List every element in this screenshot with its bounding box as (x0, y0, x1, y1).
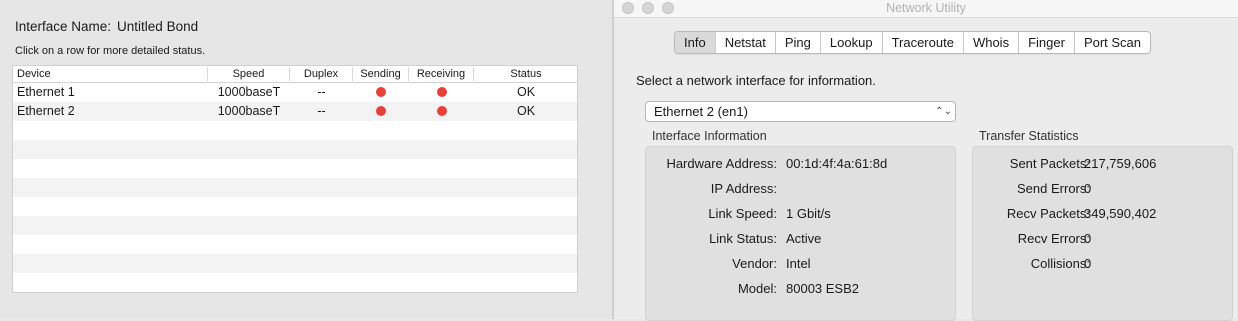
tab-finger[interactable]: Finger (1018, 32, 1074, 53)
column-header-duplex[interactable]: Duplex (290, 67, 353, 81)
recv-errors-label: Recv Errors: (1017, 231, 1090, 246)
title-bar[interactable]: Network Utility (614, 0, 1238, 18)
empty-row (13, 178, 577, 197)
bond-status-panel: Interface Name: Untitled Bond Click on a … (0, 0, 612, 319)
interface-info-box: Hardware Address: 00:1d:4f:4a:61:8d IP A… (645, 146, 956, 321)
table-header: Device Speed Duplex Sending Receiving St… (13, 66, 577, 83)
row-hint: Click on a row for more detailed status. (15, 45, 206, 57)
transfer-stats-box: Sent Packets: 217,759,606 Send Errors: 0… (972, 146, 1233, 321)
device-cell: Ethernet 1 (17, 85, 75, 99)
recv-packets-value: 349,590,402 (1084, 206, 1157, 221)
column-header-status[interactable]: Status (474, 67, 577, 81)
link-speed-value: 1 Gbit/s (786, 206, 831, 221)
tab-ping[interactable]: Ping (774, 32, 820, 53)
empty-row (13, 121, 577, 140)
model-label: Model: (737, 281, 777, 296)
column-header-speed[interactable]: Speed (208, 67, 290, 81)
ip-address-row: IP Address: (646, 181, 957, 201)
interface-name: Interface Name: Untitled Bond (15, 19, 198, 34)
red-dot-icon (376, 86, 386, 97)
bond-device-table: Device Speed Duplex Sending Receiving St… (12, 65, 578, 293)
tab-info[interactable]: Info (675, 32, 715, 53)
sending-cell (353, 83, 409, 102)
collisions-row: Collisions: 0 (973, 256, 1234, 276)
column-header-device[interactable]: Device (17, 67, 208, 81)
link-speed-row: Link Speed: 1 Gbit/s (646, 206, 957, 226)
hardware-address-label: Hardware Address: (666, 156, 777, 171)
red-dot-icon (376, 105, 386, 116)
model-row: Model: 80003 ESB2 (646, 281, 957, 301)
red-dot-icon (436, 105, 447, 116)
empty-row (13, 254, 577, 273)
send-errors-value: 0 (1084, 181, 1092, 196)
interface-info-title: Interface Information (652, 129, 767, 143)
interface-popup[interactable]: Ethernet 2 (en1) ⌃⌄ (645, 101, 956, 122)
speed-cell: 1000baseT (217, 104, 281, 118)
empty-row (13, 197, 577, 216)
duplex-cell: -- (317, 85, 326, 99)
link-speed-label: Link Speed: (708, 206, 777, 221)
vendor-row: Vendor: Intel (646, 256, 957, 276)
recv-packets-label: Recv Packets: (1006, 206, 1090, 221)
speed-cell: 1000baseT (217, 85, 281, 99)
empty-row (13, 140, 577, 159)
table-body: Ethernet 1 1000baseT -- OK Ethernet 2 10… (13, 83, 577, 292)
up-down-chevron-icon: ⌃⌄ (935, 106, 952, 117)
recv-errors-row: Recv Errors: 0 (973, 231, 1234, 251)
empty-row (13, 216, 577, 235)
sent-packets-row: Sent Packets: 217,759,606 (973, 156, 1234, 176)
link-status-label: Link Status: (709, 231, 777, 246)
send-errors-label: Send Errors: (1017, 181, 1090, 196)
transfer-stats-title: Transfer Statistics (979, 129, 1079, 143)
network-utility-window: Network Utility Info Netstat Ping Lookup… (614, 0, 1238, 321)
tab-port-scan[interactable]: Port Scan (1073, 32, 1150, 53)
sending-cell (353, 102, 409, 121)
receiving-cell (409, 83, 474, 102)
tab-whois[interactable]: Whois (962, 32, 1018, 53)
select-interface-label: Select a network interface for informati… (636, 73, 876, 88)
ip-address-label: IP Address: (710, 181, 777, 196)
table-row[interactable]: Ethernet 1 1000baseT -- OK (13, 83, 577, 102)
receiving-cell (409, 102, 474, 121)
table-row[interactable]: Ethernet 2 1000baseT -- OK (13, 102, 577, 121)
sent-packets-value: 217,759,606 (1084, 156, 1157, 171)
column-header-sending[interactable]: Sending (353, 67, 409, 81)
collisions-label: Collisions: (1030, 256, 1090, 271)
hardware-address-value: 00:1d:4f:4a:61:8d (786, 156, 888, 171)
vendor-value: Intel (786, 256, 811, 271)
column-header-receiving[interactable]: Receiving (409, 67, 474, 81)
tab-bar: Info Netstat Ping Lookup Traceroute Whoi… (674, 31, 1152, 54)
link-status-row: Link Status: Active (646, 231, 957, 251)
empty-row (13, 159, 577, 178)
recv-packets-row: Recv Packets: 349,590,402 (973, 206, 1234, 226)
status-cell: OK (516, 104, 536, 118)
hardware-address-row: Hardware Address: 00:1d:4f:4a:61:8d (646, 156, 957, 176)
send-errors-row: Send Errors: 0 (973, 181, 1234, 201)
recv-errors-value: 0 (1084, 231, 1092, 246)
model-value: 80003 ESB2 (786, 281, 860, 296)
red-dot-icon (436, 86, 447, 97)
interface-name-value: Untitled Bond (117, 19, 199, 34)
empty-row (13, 273, 577, 292)
tab-netstat[interactable]: Netstat (714, 32, 775, 53)
tab-lookup[interactable]: Lookup (819, 32, 882, 53)
interface-name-label: Interface Name: (15, 19, 112, 34)
device-cell: Ethernet 2 (17, 104, 75, 118)
link-status-value: Active (786, 231, 822, 246)
collisions-value: 0 (1084, 256, 1092, 271)
selected-interface: Ethernet 2 (en1) (654, 104, 748, 119)
duplex-cell: -- (317, 104, 326, 118)
empty-row (13, 235, 577, 254)
vendor-label: Vendor: (732, 256, 777, 271)
window-title: Network Utility (886, 1, 966, 15)
status-cell: OK (516, 85, 536, 99)
tab-traceroute[interactable]: Traceroute (881, 32, 963, 53)
sent-packets-label: Sent Packets: (1009, 156, 1090, 171)
